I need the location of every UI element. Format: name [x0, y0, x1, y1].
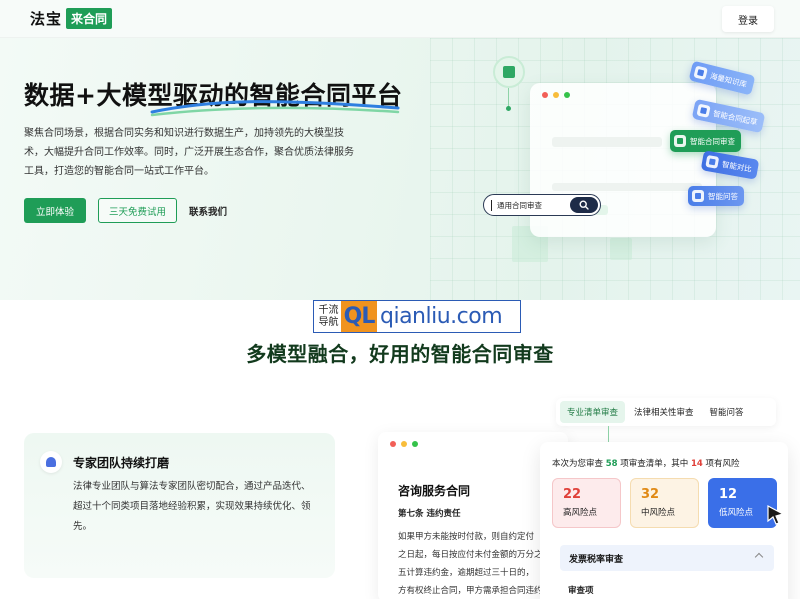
review-item-label: 审查项	[568, 586, 594, 596]
book-icon	[693, 65, 708, 81]
hero-title-underline-icon	[150, 100, 400, 117]
expert-card-title: 专家团队持续打磨	[73, 456, 170, 470]
watermark-cn-line: 导航	[318, 316, 339, 328]
hero-search-box[interactable]: 通用合同审查	[483, 194, 601, 216]
high-risk-card[interactable]: 22 高风险点	[552, 478, 621, 528]
try-now-button[interactable]: 立即体验	[24, 198, 86, 223]
watermark-cn-line: 千流	[318, 304, 339, 316]
contact-us-link[interactable]: 联系我们	[189, 204, 227, 218]
search-button[interactable]	[570, 197, 598, 213]
tab-smart-qa[interactable]: 智能问答	[703, 401, 751, 423]
logo-badge: 来合同	[66, 8, 113, 29]
tab-legal-relevance[interactable]: 法律相关性审查	[627, 401, 701, 423]
close-dot-icon	[390, 441, 396, 447]
summary-text: 项有风险	[705, 459, 740, 469]
placeholder-line	[552, 183, 702, 191]
feature-tag-label: 智能问答	[708, 191, 738, 201]
chat-icon	[674, 135, 686, 147]
decor-block	[610, 238, 632, 260]
contract-badge-icon	[493, 56, 525, 88]
search-icon	[579, 200, 589, 210]
summary-text: 本次为您审查	[552, 459, 604, 469]
document-line: 方有权终止合同，甲方需承担合同违约	[398, 586, 543, 596]
hero-section: 数据+大模型驱动的智能合同平台 聚焦合同场景，根据合同实务和知识进行数据生产，加…	[0, 38, 800, 300]
feature-tag-review[interactable]: 智能合同审查	[670, 130, 741, 152]
accordion-label: 发票税率审查	[569, 554, 624, 565]
summary-text: 项审查清单，其中	[620, 459, 689, 469]
document-clause: 第七条 违约责任	[398, 509, 461, 519]
chevron-up-icon	[754, 552, 764, 562]
invoice-tax-accordion[interactable]: 发票税率审查	[560, 545, 774, 571]
medium-risk-count: 32	[641, 487, 660, 502]
watermark-badge: QL	[341, 301, 377, 332]
logo-text: 法宝	[30, 10, 63, 28]
pen-icon	[696, 103, 711, 118]
search-text: 通用合同审查	[497, 200, 542, 210]
expert-team-card[interactable]: 专家团队持续打磨 法律专业团队与算法专家团队密切配合，通过产品迭代、超过十个同类…	[24, 433, 335, 578]
low-risk-label: 低风险点	[719, 508, 754, 518]
compare-icon	[705, 154, 720, 169]
maximize-dot-icon	[564, 92, 570, 98]
question-icon	[692, 190, 704, 202]
mouse-pointer-icon	[767, 505, 785, 525]
medium-risk-label: 中风险点	[641, 508, 676, 518]
feature-tag-qa[interactable]: 智能问答	[688, 186, 744, 206]
watermark-logo: 千流 导航 QL qianliu.com	[313, 300, 521, 333]
connector-dot	[506, 106, 511, 111]
top-nav: 法宝 来合同 登录	[0, 0, 800, 38]
feature-tag-label: 智能合同审查	[690, 136, 735, 146]
close-dot-icon	[542, 92, 548, 98]
section-title: 多模型融合，好用的智能合同审查	[246, 342, 554, 366]
review-tabs: 专业清单审查 法律相关性审查 智能问答	[556, 398, 776, 426]
expert-card-description: 法律专业团队与算法专家团队密切配合，通过产品迭代、超过十个同类项目落地经验积累，…	[73, 481, 311, 532]
high-risk-count: 22	[563, 487, 582, 502]
login-button[interactable]: 登录	[722, 6, 774, 32]
review-result-panel: 本次为您审查 58 项审查清单，其中 14 项有风险 22 高风险点 32 中风…	[540, 442, 788, 599]
document-line: 五计算违约金，逾期超过三十日的，	[398, 568, 535, 578]
connector-line	[508, 88, 509, 108]
high-risk-label: 高风险点	[563, 508, 598, 518]
document-line: 如果甲方未能按时付款，则自约定付	[398, 532, 535, 542]
summary-risk-count: 14	[690, 459, 703, 469]
tab-checklist-review[interactable]: 专业清单审查	[560, 401, 626, 423]
text-cursor-icon	[491, 199, 492, 211]
medium-risk-card[interactable]: 32 中风险点	[630, 478, 699, 528]
window-controls	[390, 441, 418, 447]
team-icon	[40, 451, 62, 473]
minimize-dot-icon	[553, 92, 559, 98]
review-summary: 本次为您审查 58 项审查清单，其中 14 项有风险	[552, 457, 740, 469]
window-controls	[542, 92, 570, 98]
free-trial-button[interactable]: 三天免费试用	[98, 198, 177, 223]
hero-description: 聚焦合同场景，根据合同实务和知识进行数据生产，加持领先的大模型技术，大幅提升合同…	[24, 128, 354, 177]
watermark-url: qianliu.com	[380, 304, 503, 329]
maximize-dot-icon	[412, 441, 418, 447]
logo[interactable]: 法宝 来合同	[30, 8, 113, 29]
low-risk-count: 12	[719, 487, 738, 502]
minimize-dot-icon	[401, 441, 407, 447]
feature-tag-label: 海量知识库	[709, 70, 748, 89]
feature-tag-label: 智能对比	[721, 159, 753, 174]
placeholder-line	[552, 137, 662, 147]
document-line: 之日起，每日按应付未付金额的万分之	[398, 550, 543, 560]
summary-count: 58	[605, 459, 618, 469]
watermark-cn: 千流 导航	[314, 305, 341, 329]
document-title: 咨询服务合同	[398, 484, 471, 498]
